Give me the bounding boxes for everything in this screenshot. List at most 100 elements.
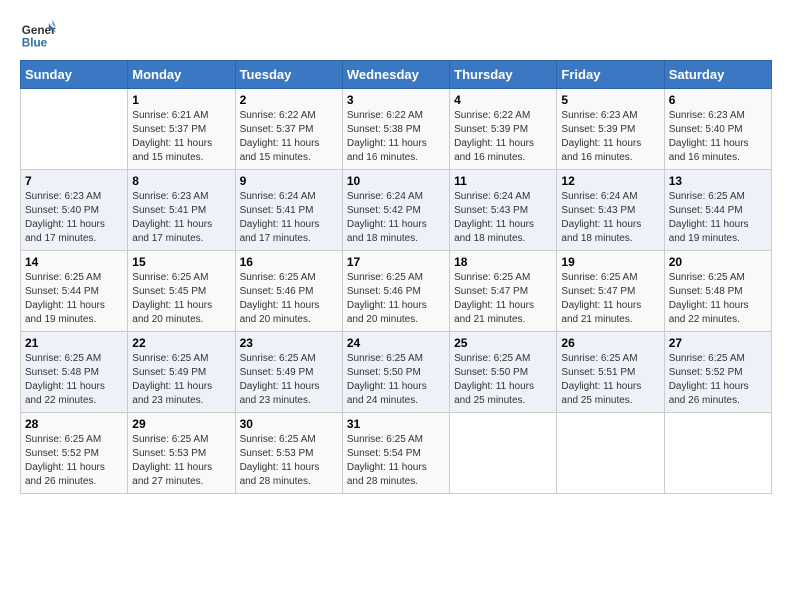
- day-info: Sunrise: 6:25 AM Sunset: 5:53 PM Dayligh…: [132, 433, 230, 489]
- day-info: Sunrise: 6:25 AM Sunset: 5:46 PM Dayligh…: [240, 271, 338, 327]
- page-header: General Blue: [20, 16, 772, 52]
- day-number: 8: [132, 174, 230, 188]
- day-info: Sunrise: 6:25 AM Sunset: 5:47 PM Dayligh…: [561, 271, 659, 327]
- day-info: Sunrise: 6:24 AM Sunset: 5:42 PM Dayligh…: [347, 190, 445, 246]
- calendar-cell: [450, 413, 557, 494]
- calendar-cell: 23 Sunrise: 6:25 AM Sunset: 5:49 PM Dayli…: [235, 332, 342, 413]
- calendar-cell: 11 Sunrise: 6:24 AM Sunset: 5:43 PM Dayli…: [450, 170, 557, 251]
- calendar-cell: 10 Sunrise: 6:24 AM Sunset: 5:42 PM Dayli…: [342, 170, 449, 251]
- day-info: Sunrise: 6:25 AM Sunset: 5:48 PM Dayligh…: [25, 352, 123, 408]
- calendar-cell: 22 Sunrise: 6:25 AM Sunset: 5:49 PM Dayli…: [128, 332, 235, 413]
- day-number: 23: [240, 336, 338, 350]
- day-number: 18: [454, 255, 552, 269]
- day-number: 15: [132, 255, 230, 269]
- day-info: Sunrise: 6:25 AM Sunset: 5:47 PM Dayligh…: [454, 271, 552, 327]
- day-info: Sunrise: 6:23 AM Sunset: 5:40 PM Dayligh…: [25, 190, 123, 246]
- calendar-week-5: 28 Sunrise: 6:25 AM Sunset: 5:52 PM Dayli…: [21, 413, 772, 494]
- day-number: 10: [347, 174, 445, 188]
- calendar-cell: 20 Sunrise: 6:25 AM Sunset: 5:48 PM Dayli…: [664, 251, 771, 332]
- calendar-cell: 24 Sunrise: 6:25 AM Sunset: 5:50 PM Dayli…: [342, 332, 449, 413]
- calendar-week-4: 21 Sunrise: 6:25 AM Sunset: 5:48 PM Dayli…: [21, 332, 772, 413]
- day-number: 25: [454, 336, 552, 350]
- day-info: Sunrise: 6:22 AM Sunset: 5:39 PM Dayligh…: [454, 109, 552, 165]
- calendar-cell: 7Sunrise: 6:23 AM Sunset: 5:40 PM Daylig…: [21, 170, 128, 251]
- day-number: 14: [25, 255, 123, 269]
- weekday-header-thursday: Thursday: [450, 61, 557, 89]
- day-info: Sunrise: 6:25 AM Sunset: 5:50 PM Dayligh…: [454, 352, 552, 408]
- calendar-cell: 31Sunrise: 6:25 AM Sunset: 5:54 PM Dayli…: [342, 413, 449, 494]
- calendar-cell: 4 Sunrise: 6:22 AM Sunset: 5:39 PM Daylig…: [450, 89, 557, 170]
- day-info: Sunrise: 6:23 AM Sunset: 5:41 PM Dayligh…: [132, 190, 230, 246]
- day-number: 28: [25, 417, 123, 431]
- logo: General Blue: [20, 16, 56, 52]
- calendar-cell: 14Sunrise: 6:25 AM Sunset: 5:44 PM Dayli…: [21, 251, 128, 332]
- day-info: Sunrise: 6:25 AM Sunset: 5:44 PM Dayligh…: [669, 190, 767, 246]
- day-info: Sunrise: 6:24 AM Sunset: 5:43 PM Dayligh…: [454, 190, 552, 246]
- weekday-header-monday: Monday: [128, 61, 235, 89]
- calendar-cell: [557, 413, 664, 494]
- logo-icon: General Blue: [20, 16, 56, 52]
- day-number: 3: [347, 93, 445, 107]
- calendar-cell: 30 Sunrise: 6:25 AM Sunset: 5:53 PM Dayli…: [235, 413, 342, 494]
- day-number: 26: [561, 336, 659, 350]
- day-number: 21: [25, 336, 123, 350]
- day-number: 19: [561, 255, 659, 269]
- day-info: Sunrise: 6:25 AM Sunset: 5:52 PM Dayligh…: [25, 433, 123, 489]
- calendar-header: SundayMondayTuesdayWednesdayThursdayFrid…: [21, 61, 772, 89]
- day-info: Sunrise: 6:22 AM Sunset: 5:38 PM Dayligh…: [347, 109, 445, 165]
- day-number: 6: [669, 93, 767, 107]
- day-info: Sunrise: 6:25 AM Sunset: 5:46 PM Dayligh…: [347, 271, 445, 327]
- day-info: Sunrise: 6:25 AM Sunset: 5:45 PM Dayligh…: [132, 271, 230, 327]
- calendar-cell: 3 Sunrise: 6:22 AM Sunset: 5:38 PM Daylig…: [342, 89, 449, 170]
- day-number: 5: [561, 93, 659, 107]
- day-number: 2: [240, 93, 338, 107]
- day-info: Sunrise: 6:21 AM Sunset: 5:37 PM Dayligh…: [132, 109, 230, 165]
- day-info: Sunrise: 6:25 AM Sunset: 5:50 PM Dayligh…: [347, 352, 445, 408]
- day-number: 27: [669, 336, 767, 350]
- calendar-cell: 28 Sunrise: 6:25 AM Sunset: 5:52 PM Dayli…: [21, 413, 128, 494]
- day-number: 20: [669, 255, 767, 269]
- day-number: 4: [454, 93, 552, 107]
- calendar-week-3: 14Sunrise: 6:25 AM Sunset: 5:44 PM Dayli…: [21, 251, 772, 332]
- day-info: Sunrise: 6:23 AM Sunset: 5:40 PM Dayligh…: [669, 109, 767, 165]
- day-number: 1: [132, 93, 230, 107]
- day-number: 30: [240, 417, 338, 431]
- day-info: Sunrise: 6:25 AM Sunset: 5:48 PM Dayligh…: [669, 271, 767, 327]
- day-info: Sunrise: 6:25 AM Sunset: 5:52 PM Dayligh…: [669, 352, 767, 408]
- calendar-cell: 5 Sunrise: 6:23 AM Sunset: 5:39 PM Daylig…: [557, 89, 664, 170]
- day-info: Sunrise: 6:25 AM Sunset: 5:49 PM Dayligh…: [240, 352, 338, 408]
- day-number: 12: [561, 174, 659, 188]
- day-number: 16: [240, 255, 338, 269]
- calendar-cell: 29 Sunrise: 6:25 AM Sunset: 5:53 PM Dayli…: [128, 413, 235, 494]
- calendar-table: SundayMondayTuesdayWednesdayThursdayFrid…: [20, 60, 772, 494]
- day-number: 17: [347, 255, 445, 269]
- weekday-header-friday: Friday: [557, 61, 664, 89]
- calendar-cell: 27 Sunrise: 6:25 AM Sunset: 5:52 PM Dayli…: [664, 332, 771, 413]
- calendar-cell: 18 Sunrise: 6:25 AM Sunset: 5:47 PM Dayli…: [450, 251, 557, 332]
- calendar-cell: 25 Sunrise: 6:25 AM Sunset: 5:50 PM Dayli…: [450, 332, 557, 413]
- weekday-header-wednesday: Wednesday: [342, 61, 449, 89]
- day-number: 24: [347, 336, 445, 350]
- day-info: Sunrise: 6:25 AM Sunset: 5:53 PM Dayligh…: [240, 433, 338, 489]
- calendar-cell: 2Sunrise: 6:22 AM Sunset: 5:37 PM Daylig…: [235, 89, 342, 170]
- day-number: 11: [454, 174, 552, 188]
- calendar-cell: 16 Sunrise: 6:25 AM Sunset: 5:46 PM Dayli…: [235, 251, 342, 332]
- day-number: 13: [669, 174, 767, 188]
- day-number: 29: [132, 417, 230, 431]
- calendar-cell: 21 Sunrise: 6:25 AM Sunset: 5:48 PM Dayli…: [21, 332, 128, 413]
- weekday-header-row: SundayMondayTuesdayWednesdayThursdayFrid…: [21, 61, 772, 89]
- day-info: Sunrise: 6:25 AM Sunset: 5:51 PM Dayligh…: [561, 352, 659, 408]
- day-number: 31: [347, 417, 445, 431]
- calendar-cell: 13 Sunrise: 6:25 AM Sunset: 5:44 PM Dayli…: [664, 170, 771, 251]
- day-number: 9: [240, 174, 338, 188]
- calendar-week-1: 1 Sunrise: 6:21 AM Sunset: 5:37 PM Daylig…: [21, 89, 772, 170]
- weekday-header-tuesday: Tuesday: [235, 61, 342, 89]
- day-info: Sunrise: 6:23 AM Sunset: 5:39 PM Dayligh…: [561, 109, 659, 165]
- calendar-cell: 9Sunrise: 6:24 AM Sunset: 5:41 PM Daylig…: [235, 170, 342, 251]
- calendar-cell: 17 Sunrise: 6:25 AM Sunset: 5:46 PM Dayli…: [342, 251, 449, 332]
- day-info: Sunrise: 6:25 AM Sunset: 5:49 PM Dayligh…: [132, 352, 230, 408]
- calendar-cell: 15 Sunrise: 6:25 AM Sunset: 5:45 PM Dayli…: [128, 251, 235, 332]
- calendar-cell: 19 Sunrise: 6:25 AM Sunset: 5:47 PM Dayli…: [557, 251, 664, 332]
- weekday-header-saturday: Saturday: [664, 61, 771, 89]
- day-number: 22: [132, 336, 230, 350]
